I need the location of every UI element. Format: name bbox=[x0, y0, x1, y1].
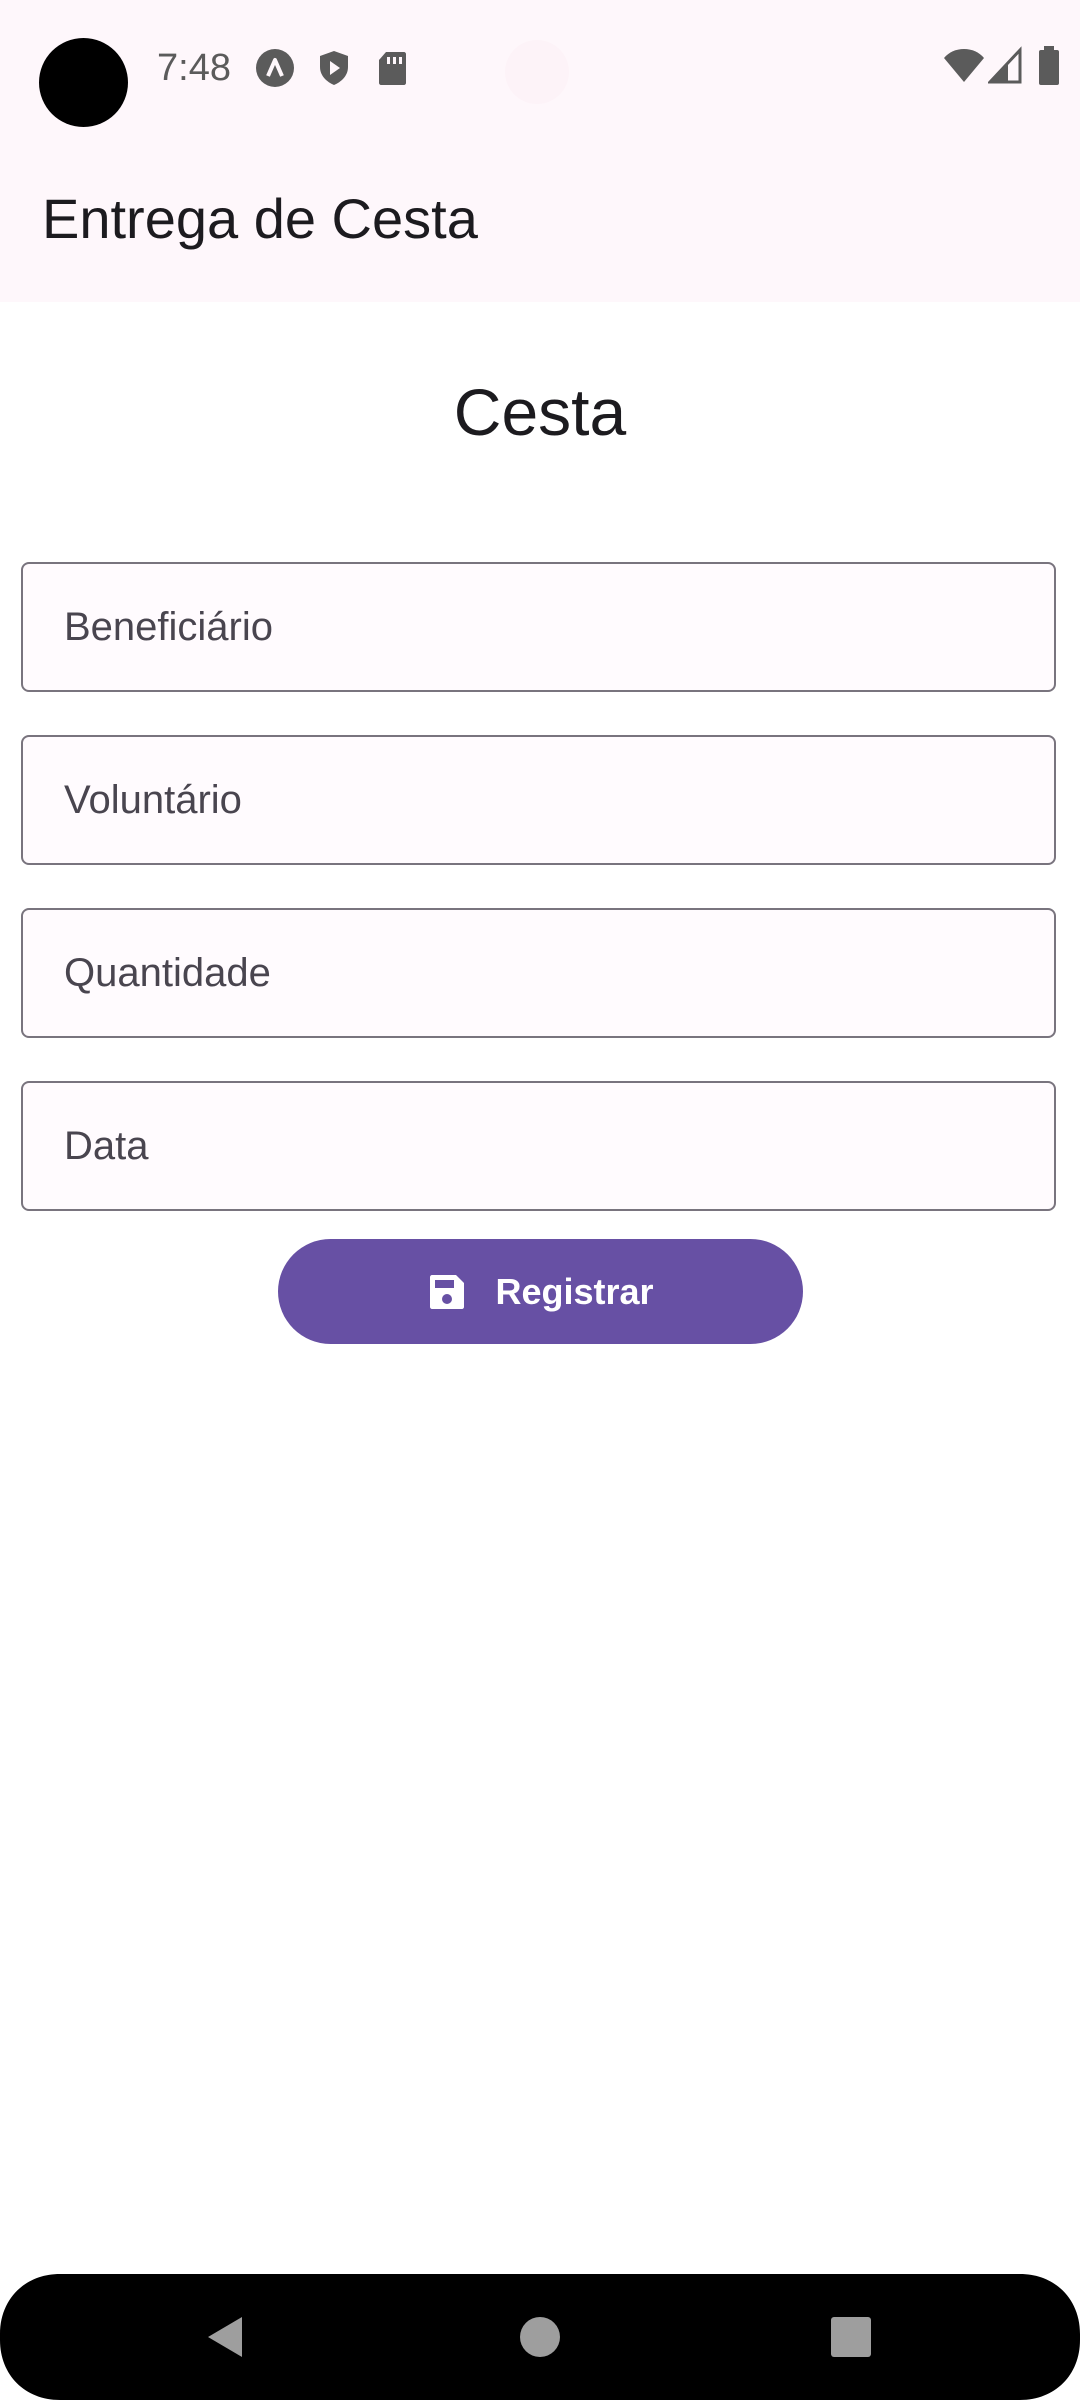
camera-cutout bbox=[39, 38, 128, 127]
wifi-icon bbox=[944, 49, 984, 82]
form-heading: Cesta bbox=[453, 375, 627, 449]
back-icon[interactable] bbox=[200, 2312, 250, 2362]
screen: 7:48 Entrega de Cesta Cesta Beneficiário… bbox=[0, 0, 1080, 2400]
cellular-signal-icon bbox=[988, 46, 1022, 84]
screen-corner-bottom-left bbox=[0, 2340, 60, 2400]
top-app-area: 7:48 Entrega de Cesta bbox=[0, 0, 1080, 302]
voluntario-field[interactable] bbox=[21, 735, 1056, 865]
quantidade-input[interactable] bbox=[23, 910, 1054, 1036]
front-sensor bbox=[505, 40, 569, 104]
app-bar-title: Entrega de Cesta bbox=[42, 187, 478, 250]
register-button-label: Registrar bbox=[495, 1270, 654, 1312]
voluntario-input[interactable] bbox=[23, 737, 1054, 863]
battery-icon bbox=[1039, 46, 1059, 85]
beneficiario-field[interactable] bbox=[21, 562, 1056, 692]
recents-icon[interactable] bbox=[826, 2312, 876, 2362]
quantidade-field[interactable] bbox=[21, 908, 1056, 1038]
save-icon bbox=[430, 1274, 465, 1309]
shield-play-icon bbox=[320, 51, 348, 85]
screen-corner-right bbox=[1020, 2274, 1080, 2334]
data-field[interactable] bbox=[21, 1081, 1056, 1211]
status-time: 7:48 bbox=[157, 47, 231, 89]
home-icon[interactable] bbox=[515, 2312, 565, 2362]
navigation-bar bbox=[0, 2274, 1080, 2400]
screen-corner-bottom-right bbox=[1020, 2340, 1080, 2400]
register-button[interactable]: Registrar bbox=[278, 1239, 803, 1344]
app-notification-icon bbox=[256, 49, 294, 87]
beneficiario-input[interactable] bbox=[23, 564, 1054, 690]
screen-corner-left bbox=[0, 2274, 60, 2334]
sd-card-icon bbox=[379, 52, 406, 85]
data-input[interactable] bbox=[23, 1083, 1054, 1209]
